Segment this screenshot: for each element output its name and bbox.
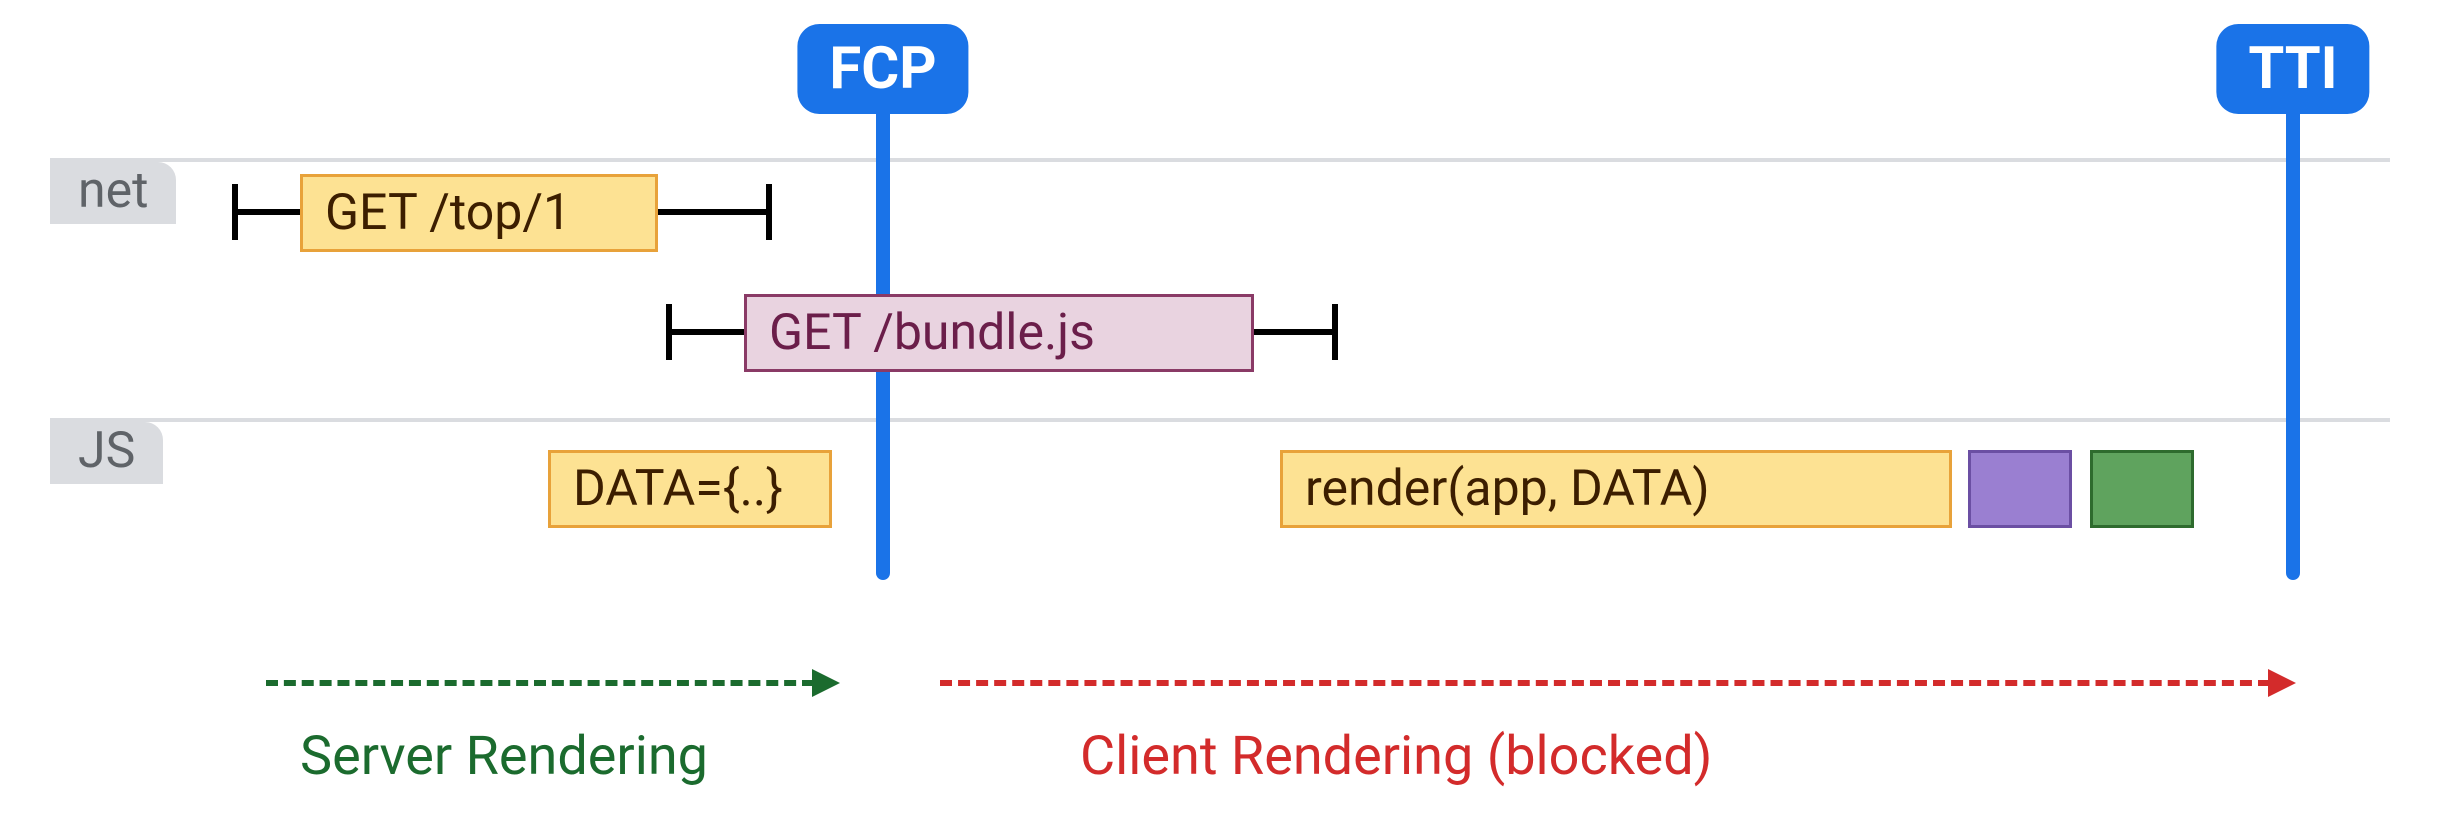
net-req1-lead-whisker (232, 209, 302, 215)
client-phase-label: Client Rendering (blocked) (1080, 730, 1712, 784)
client-phase-arrow-head (2268, 669, 2296, 697)
tti-marker-badge: TTI (2216, 24, 2369, 114)
net-req2-trail-whisker (1254, 329, 1334, 335)
js-data-bar: DATA={..} (548, 450, 832, 528)
lane-label-net: net (50, 162, 176, 224)
server-phase-arrow-line (266, 680, 814, 686)
net-req2-end-cap (1332, 304, 1338, 360)
net-req1-trail-whisker (658, 209, 768, 215)
net-req2-bar: GET /bundle.js (744, 294, 1254, 372)
tti-marker-line (2286, 100, 2300, 580)
net-req2-lead-whisker (666, 329, 746, 335)
client-phase-arrow-line (940, 680, 2270, 686)
lane-divider-net (50, 158, 2390, 162)
server-phase-arrow-head (812, 669, 840, 697)
js-purple-block (1968, 450, 2072, 528)
net-req1-end-cap (766, 184, 772, 240)
lane-divider-js (50, 418, 2390, 422)
lane-label-js: JS (50, 422, 163, 484)
net-req1-bar: GET /top/1 (300, 174, 658, 252)
server-phase-label: Server Rendering (300, 730, 708, 784)
fcp-marker-badge: FCP (797, 24, 968, 114)
js-render-bar: render(app, DATA) (1280, 450, 1952, 528)
js-green-block (2090, 450, 2194, 528)
